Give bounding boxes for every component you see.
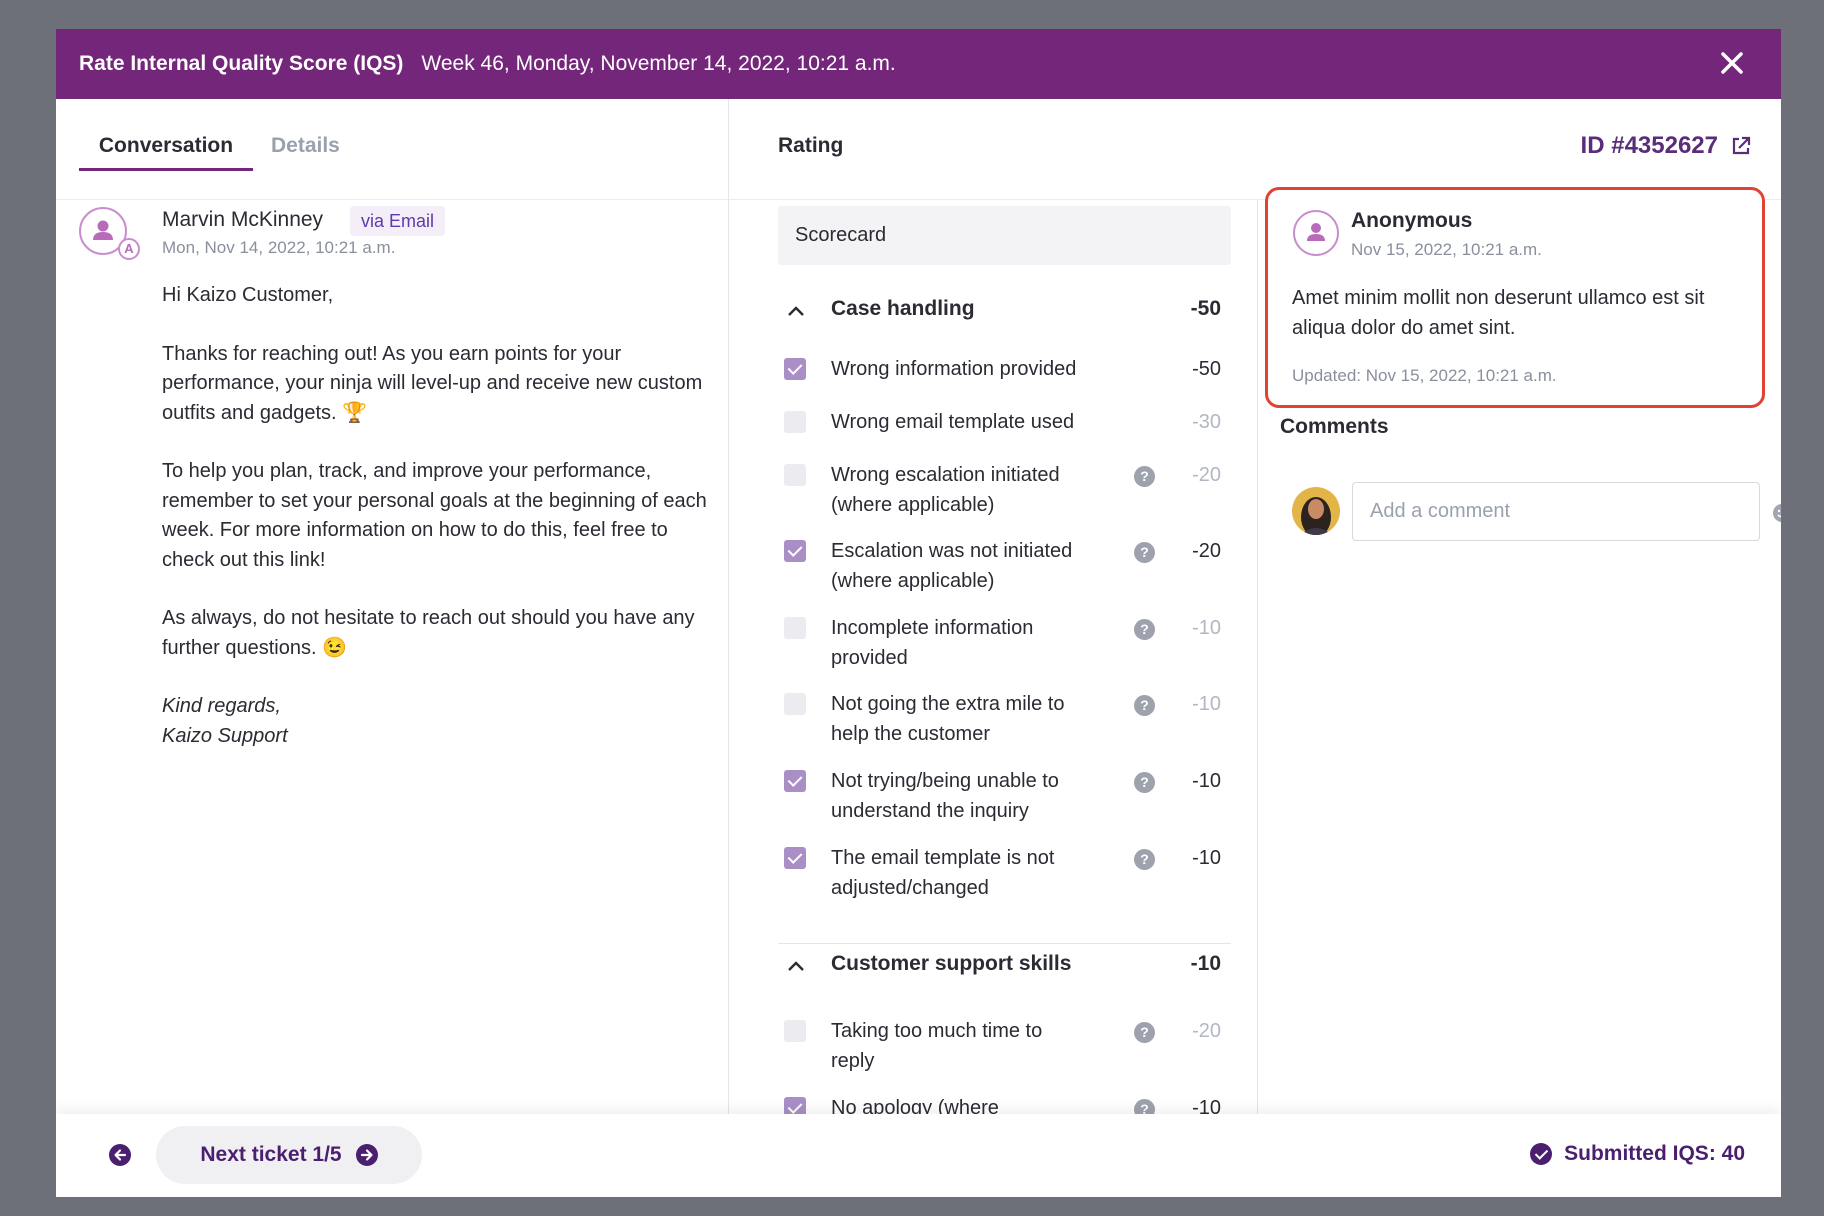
section-case-handling[interactable]: Case handling -50 [778,292,1231,332]
modal-footer: Next ticket 1/5 Submitted IQS: 40 [56,1114,1781,1197]
criterion-checkbox[interactable] [784,358,806,380]
sign-off: Kind regards, [162,695,281,717]
check-circle-icon [1530,1143,1553,1165]
user-photo-icon [1292,487,1340,535]
criterion-label: Incomplete information provided [831,617,1034,669]
comment-updated: Updated: Nov 15, 2022, 10:21 a.m. [1292,366,1557,385]
column-divider [728,99,729,1143]
conversation-tabbar: Conversation Details [56,99,728,200]
criterion-points: -10 [1192,847,1221,869]
user-icon [1307,223,1325,241]
channel-badge: via Email [350,206,446,236]
iqs-modal: Rate Internal Quality Score (IQS) Week 4… [56,29,1781,1197]
sender-name: Marvin McKinney [162,208,324,231]
ticket-id[interactable]: ID #4352627 [1581,121,1718,171]
avatar-badge: A [118,238,140,260]
criterion-label: Escalation was not initiated (where appl… [831,540,1073,592]
modal-title: Rate Internal Quality Score (IQS) [79,52,404,75]
modal-header: Rate Internal Quality Score (IQS) Week 4… [56,29,1781,99]
criterion-checkbox[interactable] [784,464,806,486]
criterion-points: -30 [1192,411,1221,433]
chevron-up-icon[interactable] [786,304,806,318]
close-icon[interactable] [1719,50,1745,76]
criterion-row: Wrong information provided -50 [778,355,1231,395]
modal-subtitle: Week 46, Monday, November 14, 2022, 10:2… [421,52,896,75]
message-paragraph: Hi Kaizo Customer, [162,284,334,306]
criterion-label: Wrong information provided [831,358,1077,380]
current-user-avatar [1292,487,1340,535]
ticket-id-link[interactable]: ID #4352627 [1581,121,1752,171]
column-divider [1257,200,1258,1143]
comment-input[interactable]: Add a comment [1352,482,1760,541]
tab-details[interactable]: Details [271,121,340,171]
criterion-label: Not going the extra mile to help the cus… [831,693,1065,745]
criterion-points: -10 [1192,770,1221,792]
message-paragraph: To help you plan, track, and improve you… [162,460,707,571]
external-link-icon[interactable] [1730,135,1752,157]
section-name: Case handling [831,297,975,320]
signature: Kaizo Support [162,724,288,747]
submitted-iqs-label: Submitted IQS: 40 [1564,1142,1745,1165]
comment-author-avatar [1293,210,1339,256]
criterion-label: The email template is not adjusted/chang… [831,847,1055,899]
criterion-checkbox[interactable] [784,847,806,869]
comments-heading: Comments [1280,415,1389,438]
criterion-checkbox[interactable] [784,540,806,562]
chevron-up-icon[interactable] [786,959,806,973]
arrow-left-icon[interactable] [109,1144,131,1166]
emoji-icon[interactable] [1772,503,1781,523]
help-icon[interactable]: ? [1134,1022,1155,1043]
message-paragraph: As always, do not hesitate to reach out … [162,607,695,659]
arrow-right-icon[interactable] [355,1144,378,1166]
criterion-checkbox[interactable] [784,411,806,433]
scorecard-select[interactable]: Scorecard [778,206,1231,265]
message-paragraph: Thanks for reaching out! As you earn poi… [162,342,703,424]
criterion-checkbox[interactable] [784,617,806,639]
comment-author: Anonymous [1351,209,1473,232]
criterion-points: -20 [1192,540,1221,562]
criterion-label: Taking too much time to reply [831,1020,1043,1072]
submitted-iqs-status: Submitted IQS: 40 [1530,1142,1745,1166]
section-name: Customer support skills [831,952,1072,975]
criterion-checkbox[interactable] [784,1020,806,1042]
message-timestamp: Mon, Nov 14, 2022, 10:21 a.m. [162,238,396,257]
message-body: Hi Kaizo Customer, Thanks for reaching o… [162,281,722,751]
criterion-row: Wrong escalation initiated (where applic… [778,461,1231,523]
criterion-points: -50 [1192,358,1221,380]
help-icon[interactable]: ? [1134,542,1155,563]
criterion-label: Wrong escalation initiated (where applic… [831,464,1060,516]
section-total: -10 [1190,952,1221,975]
help-icon[interactable]: ? [1134,772,1155,793]
criterion-row: Escalation was not initiated (where appl… [778,537,1231,599]
criterion-row: Not trying/being unable to understand th… [778,767,1231,829]
criterion-row: Incomplete information provided ? -10 [778,614,1231,676]
criterion-row: Taking too much time to reply ? -20 [778,1017,1231,1079]
section-total: -50 [1190,297,1221,320]
criterion-row: The email template is not adjusted/chang… [778,844,1231,906]
section-divider [778,943,1231,944]
criterion-checkbox[interactable] [784,693,806,715]
criterion-label: Wrong email template used [831,411,1075,433]
section-customer-support-skills[interactable]: Customer support skills -10 [778,947,1231,987]
criterion-points: -20 [1192,1020,1221,1042]
help-icon[interactable]: ? [1134,466,1155,487]
next-ticket-button[interactable]: Next ticket 1/5 [156,1126,422,1184]
criterion-row: Wrong email template used -30 [778,408,1231,448]
tab-conversation[interactable]: Conversation [79,121,253,171]
help-icon[interactable]: ? [1134,849,1155,870]
help-icon[interactable]: ? [1134,619,1155,640]
comment-date: Nov 15, 2022, 10:21 a.m. [1351,240,1542,259]
previous-ticket-button[interactable] [109,1144,131,1166]
criterion-points: -20 [1192,464,1221,486]
next-ticket-label[interactable]: Next ticket 1/5 [200,1143,341,1167]
criterion-checkbox[interactable] [784,770,806,792]
criterion-points: -10 [1192,617,1221,639]
comment-body: Amet minim mollit non deserunt ullamco e… [1292,287,1705,339]
rating-title: Rating [778,134,844,157]
criterion-row: Not going the extra mile to help the cus… [778,690,1231,752]
criterion-points: -10 [1192,693,1221,715]
help-icon[interactable]: ? [1134,695,1155,716]
criterion-label: Not trying/being unable to understand th… [831,770,1059,822]
